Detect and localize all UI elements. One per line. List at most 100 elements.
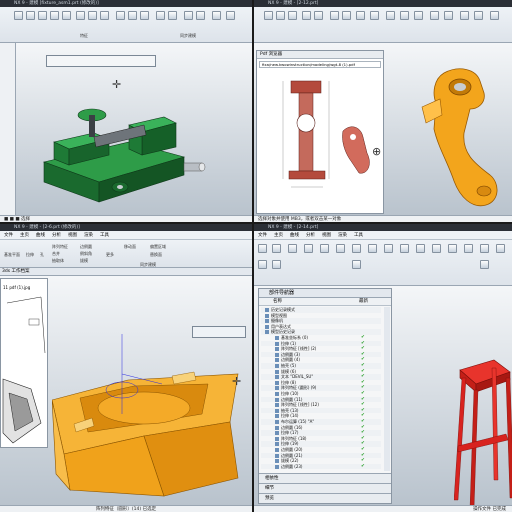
ribbon-button[interactable] bbox=[276, 11, 285, 20]
selection-bar[interactable] bbox=[46, 55, 156, 67]
orange-tray-model[interactable] bbox=[52, 314, 242, 504]
ribbon-button[interactable] bbox=[330, 11, 339, 20]
ribbon-button[interactable] bbox=[342, 11, 351, 20]
section-dependencies[interactable]: 相依性 bbox=[259, 473, 391, 483]
ribbon-button[interactable] bbox=[38, 11, 47, 20]
section-details[interactable]: 细节 bbox=[259, 483, 391, 493]
ribbon-button[interactable] bbox=[370, 11, 379, 20]
ribbon-button[interactable] bbox=[128, 11, 137, 20]
ribbon-button[interactable] bbox=[226, 11, 235, 20]
ribbon-button[interactable] bbox=[50, 11, 59, 20]
ribbon-button[interactable] bbox=[314, 11, 323, 20]
file-tab[interactable]: 3ds 工作档案 bbox=[2, 268, 30, 276]
address-field[interactable]: fixa/new.kwowinstruction/modeling/wgt-8 … bbox=[259, 61, 381, 68]
ribbon-button[interactable] bbox=[116, 11, 125, 20]
tree-row[interactable]: 边倒圆 (23) ✔ bbox=[261, 463, 381, 470]
menu-view[interactable]: 视图 bbox=[68, 231, 77, 240]
ribbon-button[interactable] bbox=[264, 11, 273, 20]
menu-file[interactable]: 文件 bbox=[4, 231, 13, 240]
menu-curve[interactable]: 曲线 bbox=[290, 231, 299, 240]
ribbon-button[interactable] bbox=[386, 11, 395, 20]
ribbon-button[interactable] bbox=[258, 244, 267, 253]
ribbon-button[interactable] bbox=[432, 244, 441, 253]
part-navigator-panel[interactable]: 部件导航器 名称 最新 历史记录模式 模型视图 摄像机 用户表达式 模型历史记录 基准坐标… bbox=[258, 288, 392, 504]
column-latest-header[interactable]: 最新 bbox=[359, 298, 368, 306]
menu-analysis[interactable]: 分析 bbox=[52, 231, 61, 240]
ribbon-button[interactable] bbox=[496, 244, 505, 253]
reference-image-panel[interactable]: 11 pdf (1).jpg bbox=[0, 278, 48, 448]
tool-edge-blend[interactable]: 边倒圆 bbox=[80, 244, 92, 250]
tool-replace-face[interactable]: 替换面 bbox=[150, 252, 162, 258]
tool-offset-region[interactable]: 偏置区域 bbox=[150, 244, 166, 250]
ribbon-button[interactable] bbox=[14, 11, 23, 20]
menu-home[interactable]: 主页 bbox=[20, 231, 29, 240]
graphics-viewport[interactable]: 11 pdf (1).jpg ✛ bbox=[0, 276, 252, 505]
view-triad-toolbar[interactable] bbox=[192, 326, 246, 338]
tool-extrude[interactable]: 拉伸 bbox=[26, 252, 34, 258]
tool-chamfer[interactable]: 倒斜角 bbox=[80, 251, 92, 257]
ribbon-button[interactable] bbox=[168, 11, 177, 20]
ribbon-button[interactable] bbox=[444, 11, 453, 20]
ribbon-button[interactable] bbox=[400, 244, 409, 253]
ribbon-button[interactable] bbox=[304, 244, 313, 253]
tool-pattern[interactable]: 阵列特征 bbox=[52, 244, 68, 250]
tool-more[interactable]: 更多 bbox=[106, 252, 114, 258]
tool-unite[interactable]: 合并 bbox=[52, 251, 60, 257]
menu-render[interactable]: 渲染 bbox=[338, 231, 347, 240]
orange-bracket-model[interactable] bbox=[414, 63, 510, 213]
ribbon-button[interactable] bbox=[448, 244, 457, 253]
menu-tools[interactable]: 工具 bbox=[354, 231, 363, 240]
tree-scrollbar[interactable] bbox=[384, 307, 390, 471]
tool-move-face[interactable]: 移动面 bbox=[124, 244, 136, 250]
ribbon-button[interactable] bbox=[320, 244, 329, 253]
pdf-image-window[interactable]: Pdf 浏览器 fixa/new.kwowinstruction/modelin… bbox=[256, 50, 384, 214]
section-preview[interactable]: 预览 bbox=[259, 493, 391, 503]
ribbon-button[interactable] bbox=[356, 11, 365, 20]
ribbon-button[interactable] bbox=[184, 11, 193, 20]
ribbon-button[interactable] bbox=[26, 11, 35, 20]
menu-home[interactable]: 主页 bbox=[274, 231, 283, 240]
ribbon-button[interactable] bbox=[490, 11, 499, 20]
ribbon-button[interactable] bbox=[272, 244, 281, 253]
graphics-viewport[interactable]: ✛ bbox=[16, 43, 252, 215]
ribbon-button[interactable] bbox=[460, 11, 469, 20]
ribbon-button[interactable] bbox=[212, 11, 221, 20]
ribbon-button[interactable] bbox=[416, 244, 425, 253]
tool-draft[interactable]: 拔模 bbox=[80, 258, 88, 264]
menu-render[interactable]: 渲染 bbox=[84, 231, 93, 240]
ribbon-button[interactable] bbox=[196, 11, 205, 20]
ribbon-button[interactable] bbox=[384, 244, 393, 253]
ribbon-button[interactable] bbox=[352, 244, 361, 253]
ribbon-button[interactable] bbox=[430, 11, 439, 20]
left-navigator-strip[interactable] bbox=[0, 43, 16, 215]
column-name-header[interactable]: 名称 bbox=[273, 298, 282, 306]
menu-curve[interactable]: 曲线 bbox=[36, 231, 45, 240]
ribbon-button[interactable] bbox=[474, 11, 483, 20]
menu-analysis[interactable]: 分析 bbox=[306, 231, 315, 240]
ribbon-button[interactable] bbox=[156, 11, 165, 20]
ribbon-button[interactable] bbox=[368, 244, 377, 253]
reference-image-tab[interactable]: 11 pdf (1).jpg bbox=[3, 285, 30, 290]
tool-datum-plane[interactable]: 基准平面 bbox=[4, 252, 20, 258]
ribbon-button[interactable] bbox=[288, 11, 297, 20]
ribbon-button[interactable] bbox=[302, 11, 311, 20]
ribbon-button[interactable] bbox=[480, 260, 489, 269]
ribbon-button[interactable] bbox=[140, 11, 149, 20]
tool-extract-body[interactable]: 抽取体 bbox=[52, 258, 64, 264]
ribbon-button[interactable] bbox=[272, 260, 281, 269]
tool-hole[interactable]: 孔 bbox=[40, 252, 44, 258]
ribbon-button[interactable] bbox=[288, 244, 297, 253]
ribbon-button[interactable] bbox=[352, 260, 361, 269]
ribbon-button[interactable] bbox=[480, 244, 489, 253]
ribbon-button[interactable] bbox=[258, 260, 267, 269]
ribbon-button[interactable] bbox=[76, 11, 85, 20]
menu-tools[interactable]: 工具 bbox=[100, 231, 109, 240]
green-vise-model[interactable] bbox=[34, 97, 214, 207]
ribbon-button[interactable] bbox=[464, 244, 473, 253]
ribbon-button[interactable] bbox=[62, 11, 71, 20]
menu-view[interactable]: 视图 bbox=[322, 231, 331, 240]
ribbon-button[interactable] bbox=[88, 11, 97, 20]
ribbon-button[interactable] bbox=[100, 11, 109, 20]
red-stool-model[interactable] bbox=[454, 350, 512, 510]
ribbon-button[interactable] bbox=[400, 11, 409, 20]
